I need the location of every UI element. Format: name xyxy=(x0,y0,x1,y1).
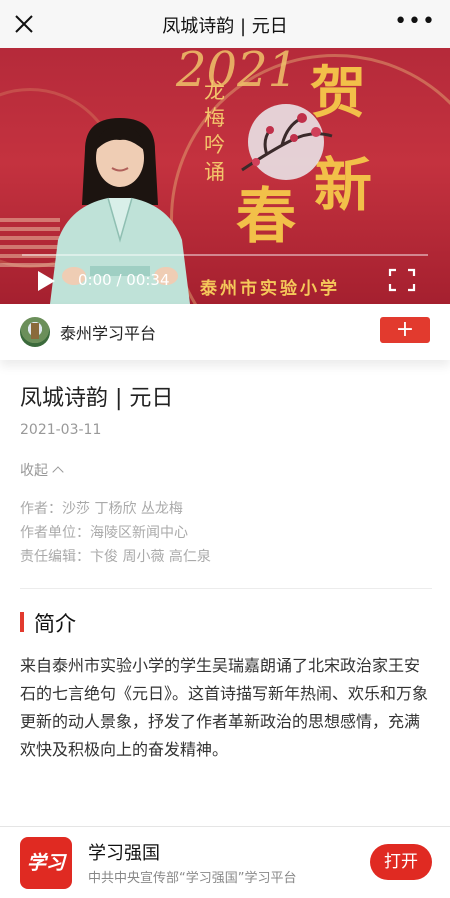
video-time: 0:00 / 00:34 xyxy=(78,271,170,289)
article-author: 作者：沙莎 丁杨欣 丛龙梅 xyxy=(20,501,183,517)
video-player[interactable]: 2021 龙梅吟诵 贺 新 春 泰州市实验小学 0:00 / 00:34 xyxy=(0,48,450,304)
section-title: 简介 xyxy=(34,612,76,636)
article-title: 凤城诗韵 | 元日 xyxy=(20,386,174,411)
collapse-toggle[interactable]: 收起 xyxy=(20,460,64,480)
app-name: 学习强国 xyxy=(88,843,160,864)
article-editor: 责任编辑：卞俊 周小薇 高仁泉 xyxy=(20,549,211,565)
video-progress-bar[interactable] xyxy=(22,254,428,256)
plum-blossom-illustration xyxy=(241,104,333,180)
divider xyxy=(20,588,432,589)
banner-year: 2021 xyxy=(176,48,299,98)
app-logo: 学习 xyxy=(20,837,72,889)
channel-avatar[interactable] xyxy=(20,317,50,347)
collapse-label: 收起 xyxy=(20,463,48,479)
channel-bar: 泰州学习平台 + xyxy=(0,304,450,360)
article-author-unit: 作者单位：海陵区新闻中心 xyxy=(20,525,188,541)
channel-name[interactable]: 泰州学习平台 xyxy=(60,320,156,344)
follow-button[interactable]: + xyxy=(380,317,430,343)
chevron-up-icon xyxy=(52,466,64,478)
banner-school: 泰州市实验小学 xyxy=(200,279,340,299)
more-icon[interactable]: ••• xyxy=(394,10,436,34)
play-icon[interactable] xyxy=(36,270,56,292)
app-description: 中共中央宣传部“学习强国”学习平台 xyxy=(88,871,297,886)
section-marker xyxy=(20,612,24,632)
article-intro: 来自泰州市实验小学的学生吴瑞嘉朗诵了北宋政治家王安石的七言绝句《元日》。这首诗描… xyxy=(20,656,429,759)
open-app-button[interactable]: 打开 xyxy=(370,844,432,880)
app-download-banner: 学习 学习强国 中共中央宣传部“学习强国”学习平台 打开 xyxy=(0,826,450,898)
article-date: 2021-03-11 xyxy=(20,422,102,438)
top-navigation-bar: 凤城诗韵 | 元日 ••• xyxy=(0,0,450,48)
page-title: 凤城诗韵 | 元日 xyxy=(162,16,288,37)
fullscreen-icon[interactable] xyxy=(388,268,416,292)
